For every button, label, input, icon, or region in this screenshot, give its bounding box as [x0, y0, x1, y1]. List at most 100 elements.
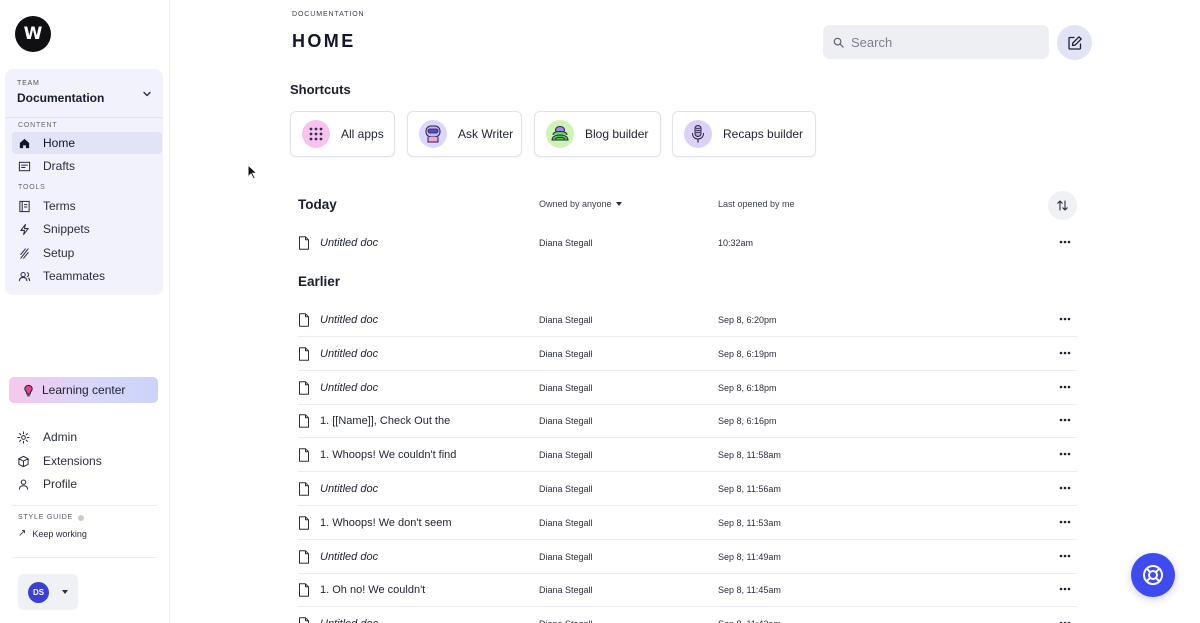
sidebar-item-label: Home — [43, 136, 76, 150]
table-row[interactable]: Untitled doc Diana Stegall Sep 8, 11:56am — [298, 472, 1077, 506]
mouse-cursor-icon — [247, 164, 259, 180]
user-menu-button[interactable]: DS — [18, 574, 78, 610]
divider — [12, 505, 157, 506]
document-icon — [299, 414, 309, 429]
more-options-icon[interactable] — [1058, 345, 1072, 361]
doc-last-opened: Sep 8, 11:56am — [718, 484, 781, 494]
sidebar-item-extensions[interactable]: Extensions — [12, 451, 102, 471]
more-options-icon[interactable] — [1058, 480, 1072, 496]
document-icon — [299, 617, 309, 623]
shortcut-all-apps[interactable]: All apps — [290, 111, 395, 157]
table-row[interactable]: Untitled doc Diana Stegall Sep 8, 6:18pm — [298, 371, 1077, 405]
doc-owner: Diana Stegall — [539, 517, 593, 528]
more-options-icon[interactable] — [1058, 412, 1072, 428]
table-row[interactable]: Untitled doc Diana Stegall Sep 8, 6:19pm — [298, 337, 1077, 371]
gear-icon — [16, 430, 30, 444]
doc-name: Untitled doc — [320, 237, 379, 249]
search-input[interactable] — [851, 34, 1031, 50]
doc-owner: Diana Stegall — [539, 238, 593, 248]
doc-owner: Diana Stegall — [539, 585, 593, 596]
more-options-icon[interactable] — [1058, 615, 1072, 623]
doc-name: Untitled doc — [320, 381, 379, 394]
team-label: TEAM — [17, 80, 40, 87]
doc-name: 1. Whoops! We don't seem — [320, 516, 452, 529]
home-icon — [17, 136, 31, 150]
more-options-icon[interactable] — [1058, 311, 1072, 327]
divider — [12, 557, 157, 558]
more-options-icon[interactable] — [1058, 379, 1072, 395]
sort-button[interactable] — [1048, 191, 1077, 220]
table-row[interactable]: 1. [[Name]], Check Out the Diana Stegall S… — [298, 404, 1077, 439]
document-icon — [299, 482, 309, 496]
terms-icon — [17, 199, 31, 213]
sidebar-item-label: Profile — [43, 477, 78, 491]
learning-center-button[interactable]: Learning center — [9, 377, 158, 403]
doc-last-opened: 10:32am — [718, 238, 754, 248]
new-doc-button[interactable] — [1057, 25, 1092, 60]
breadcrumb[interactable]: DOCUMENTATION — [292, 11, 365, 18]
sidebar-item-drafts[interactable]: Drafts — [12, 155, 162, 177]
document-icon — [299, 516, 309, 530]
sidebar-item-home[interactable]: Home — [12, 132, 162, 154]
lightbulb-icon — [21, 383, 35, 397]
table-row[interactable]: 1. Whoops! We couldn't find Diana Stegall… — [298, 438, 1077, 473]
keep-working-link[interactable]: ↗ Keep working — [18, 528, 87, 539]
document-icon — [299, 313, 309, 327]
writer-logo[interactable]: W — [15, 16, 51, 52]
help-button[interactable] — [1131, 553, 1175, 597]
avatar: DS — [28, 581, 49, 603]
shortcuts-title: Shortcuts — [290, 82, 351, 97]
more-options-icon[interactable] — [1058, 581, 1072, 597]
chevron-down-icon[interactable] — [141, 88, 153, 100]
sidebar-item-profile[interactable]: Profile — [12, 474, 77, 494]
doc-name: 1. Whoops! We couldn't find — [320, 449, 457, 462]
sidebar-item-snippets[interactable]: Snippets — [12, 218, 162, 240]
shortcut-label: Recaps builder — [723, 127, 804, 141]
team-card: TEAM Documentation CONTENT Home Drafts T… — [5, 69, 163, 295]
shortcut-ask-writer[interactable]: Ask Writer — [407, 111, 522, 157]
doc-last-opened: Sep 8, 6:18pm — [718, 382, 777, 393]
document-icon — [299, 549, 309, 564]
doc-owner: Diana Stegall — [539, 551, 593, 562]
more-options-icon[interactable] — [1058, 234, 1072, 250]
shortcut-recaps-builder[interactable]: Recaps builder — [672, 111, 816, 157]
shortcut-label: All apps — [341, 127, 384, 141]
table-row[interactable]: 1. Oh no! We couldn't Diana Stegall Sep 8,… — [298, 573, 1077, 608]
robot-icon — [419, 120, 447, 148]
doc-owner: Diana Stegall — [539, 348, 593, 359]
owner-filter-dropdown[interactable]: Owned by anyone — [539, 199, 622, 209]
table-row[interactable]: 1. Whoops! We don't seem Diana Stegall Sep… — [298, 506, 1077, 540]
team-name[interactable]: Documentation — [17, 91, 104, 105]
sidebar-item-label: Admin — [43, 430, 78, 444]
sidebar-item-label: Extensions — [43, 454, 102, 468]
sidebar-item-label: Setup — [43, 246, 75, 260]
table-row[interactable]: Untitled doc Diana Stegall Sep 8, 11:43am — [298, 607, 1077, 623]
sidebar-item-admin[interactable]: Admin — [12, 427, 77, 447]
page-title: HOME — [292, 31, 356, 51]
table-row[interactable]: Untitled doc Diana Stegall Sep 8, 11:49am — [298, 540, 1077, 574]
sidebar-item-label: Snippets — [43, 222, 90, 236]
shortcut-label: Ask Writer — [458, 127, 514, 141]
more-options-icon[interactable] — [1058, 446, 1072, 462]
search-box[interactable] — [823, 25, 1049, 59]
more-options-icon[interactable] — [1058, 548, 1072, 564]
sidebar-item-setup[interactable]: Setup — [12, 242, 162, 264]
table-row[interactable]: Untitled doc Diana Stegall Sep 8, 6:20pm — [298, 303, 1077, 337]
more-options-icon[interactable] — [1058, 514, 1072, 530]
sidebar-item-terms[interactable]: Terms — [12, 195, 162, 217]
table-row[interactable]: Untitled doc Diana Stegall 10:32am — [298, 226, 1077, 260]
doc-name: Untitled doc — [320, 618, 378, 623]
document-icon — [299, 380, 309, 395]
lifebuoy-icon — [1143, 565, 1163, 585]
sidebar-item-teammates[interactable]: Teammates — [12, 265, 162, 287]
doc-owner: Diana Stegall — [539, 315, 593, 325]
doc-last-opened: Sep 8, 6:20pm — [718, 315, 777, 325]
doc-owner: Diana Stegall — [539, 484, 593, 494]
sort-arrows-icon — [1057, 200, 1068, 211]
content-section-label: CONTENT — [18, 122, 58, 129]
team-divider — [5, 117, 163, 118]
style-guide-text: STYLE GUIDE — [18, 514, 74, 521]
shortcut-blog-builder[interactable]: Blog builder — [534, 111, 661, 157]
doc-owner: Diana Stegall — [539, 416, 593, 427]
setup-icon — [17, 246, 31, 260]
